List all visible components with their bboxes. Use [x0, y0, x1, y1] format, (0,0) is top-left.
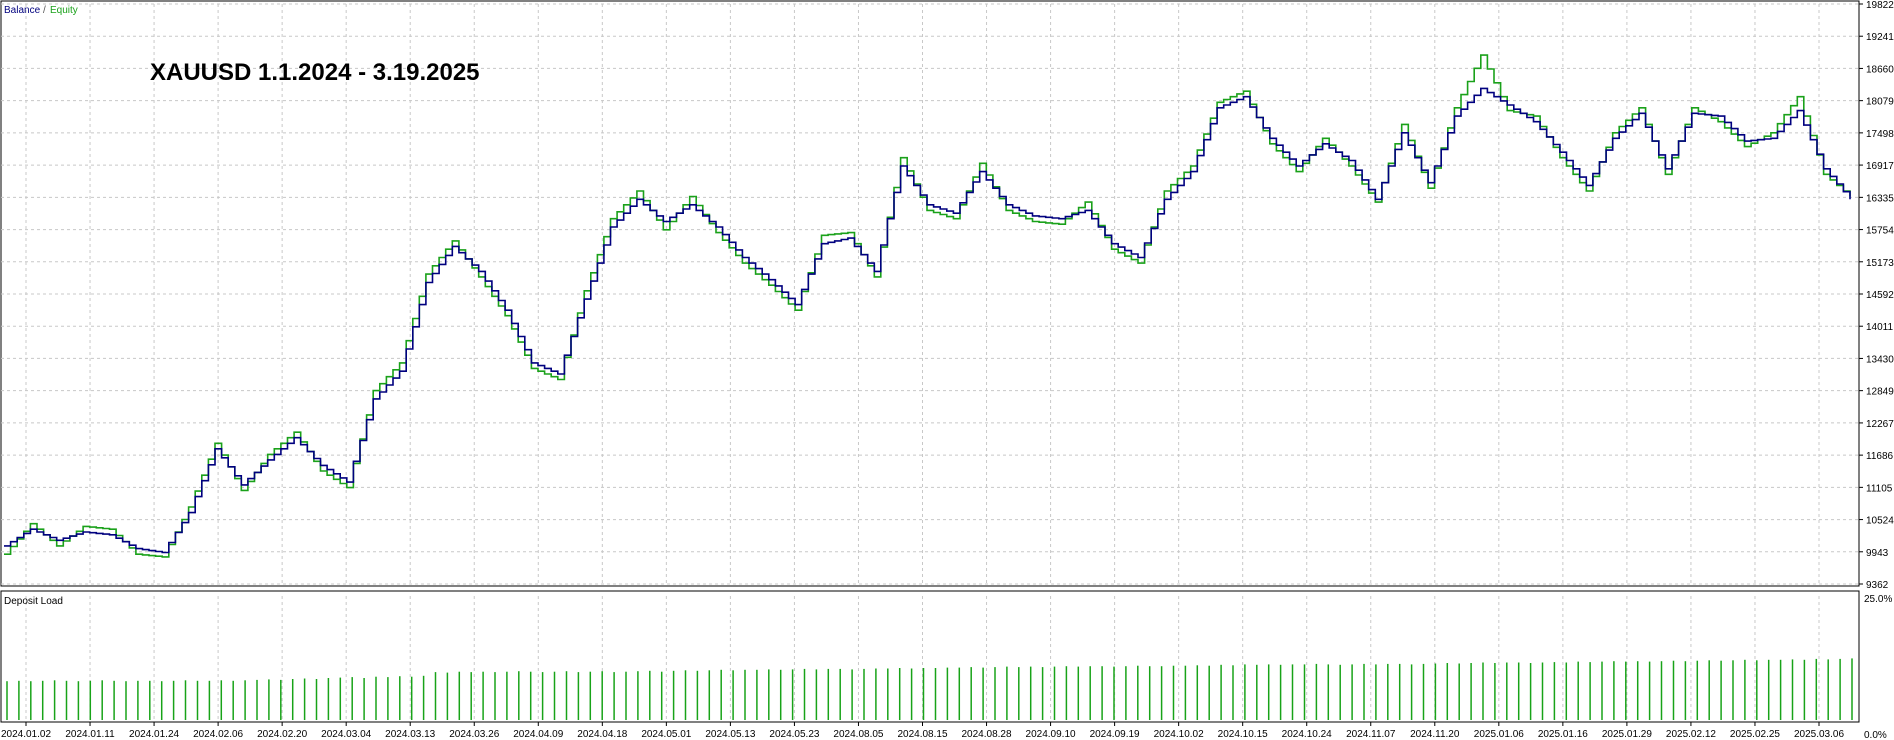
x-tick-label: 2024.05.01 [641, 729, 691, 740]
y-tick-label: 13430 [1866, 354, 1894, 365]
y-tick-label: 18660 [1866, 64, 1894, 75]
deposit-y-tick-bottom: 0.0% [1864, 730, 1887, 740]
legend-equity-label: Equity [50, 5, 78, 16]
y-tick-label: 15754 [1866, 226, 1894, 237]
x-tick-label: 2024.03.04 [321, 729, 371, 740]
y-tick-label: 15173 [1866, 258, 1894, 269]
strategy-tester-graph: 19822 19241 18660 18079 17498 16917 16335 15754… [0, 0, 1894, 740]
x-tick-label: 2024.01.02 [1, 729, 51, 740]
y-tick-label: 9362 [1866, 580, 1889, 591]
x-tick-label: 2025.02.12 [1666, 729, 1716, 740]
x-tick-label: 2024.04.18 [577, 729, 627, 740]
x-tick-label: 2024.11.20 [1410, 729, 1460, 740]
x-tick-label: 2025.01.16 [1538, 729, 1588, 740]
y-tick-label: 14592 [1866, 290, 1894, 301]
y-tick-label: 11686 [1866, 451, 1894, 462]
chart-background [0, 0, 1894, 740]
y-tick-label: 11105 [1866, 483, 1893, 494]
x-tick-label: 2024.09.10 [1026, 729, 1076, 740]
y-tick-label: 19241 [1866, 32, 1894, 43]
y-tick-label: 12267 [1866, 419, 1894, 430]
deposit-y-tick-top: 25.0% [1864, 594, 1892, 605]
y-tick-label: 10524 [1866, 516, 1894, 527]
x-tick-label: 2024.02.06 [193, 729, 243, 740]
x-tick-label: 2024.10.24 [1282, 729, 1332, 740]
x-tick-label: 2024.09.19 [1090, 729, 1140, 740]
x-tick-label: 2024.01.11 [65, 729, 115, 740]
x-tick-label: 2025.01.29 [1602, 729, 1652, 740]
y-tick-label: 9943 [1866, 548, 1889, 559]
y-tick-label: 17498 [1866, 129, 1894, 140]
x-tick-label: 2024.08.15 [897, 729, 947, 740]
x-tick-label: 2024.03.13 [385, 729, 435, 740]
x-tick-label: 2024.04.09 [513, 729, 563, 740]
x-tick-label: 2024.08.28 [962, 729, 1012, 740]
x-tick-label: 2024.05.23 [769, 729, 819, 740]
x-tick-label: 2024.11.07 [1346, 729, 1396, 740]
x-tick-label: 2025.01.06 [1474, 729, 1524, 740]
x-tick-label: 2024.08.05 [833, 729, 883, 740]
x-tick-label: 2024.10.15 [1218, 729, 1268, 740]
legend-balance-label: Balance [4, 5, 41, 16]
x-tick-label: 2024.10.02 [1154, 729, 1204, 740]
x-tick-label: 2024.03.26 [449, 729, 499, 740]
y-tick-label: 19822 [1866, 0, 1894, 11]
y-tick-label: 14011 [1866, 322, 1894, 333]
x-tick-label: 2024.02.20 [257, 729, 307, 740]
deposit-load-label: Deposit Load [4, 596, 63, 607]
x-tick-label: 2024.05.13 [705, 729, 755, 740]
y-tick-label: 12849 [1866, 387, 1894, 398]
y-tick-label: 18079 [1866, 97, 1894, 108]
x-tick-label: 2025.03.06 [1794, 729, 1844, 740]
y-tick-label: 16917 [1866, 161, 1894, 172]
x-tick-label: 2024.01.24 [129, 729, 179, 740]
x-tick-label: 2025.02.25 [1730, 729, 1780, 740]
chart-title: XAUUSD 1.1.2024 - 3.19.2025 [150, 59, 480, 86]
y-tick-label: 16335 [1866, 193, 1894, 204]
legend-separator: / [43, 5, 46, 16]
